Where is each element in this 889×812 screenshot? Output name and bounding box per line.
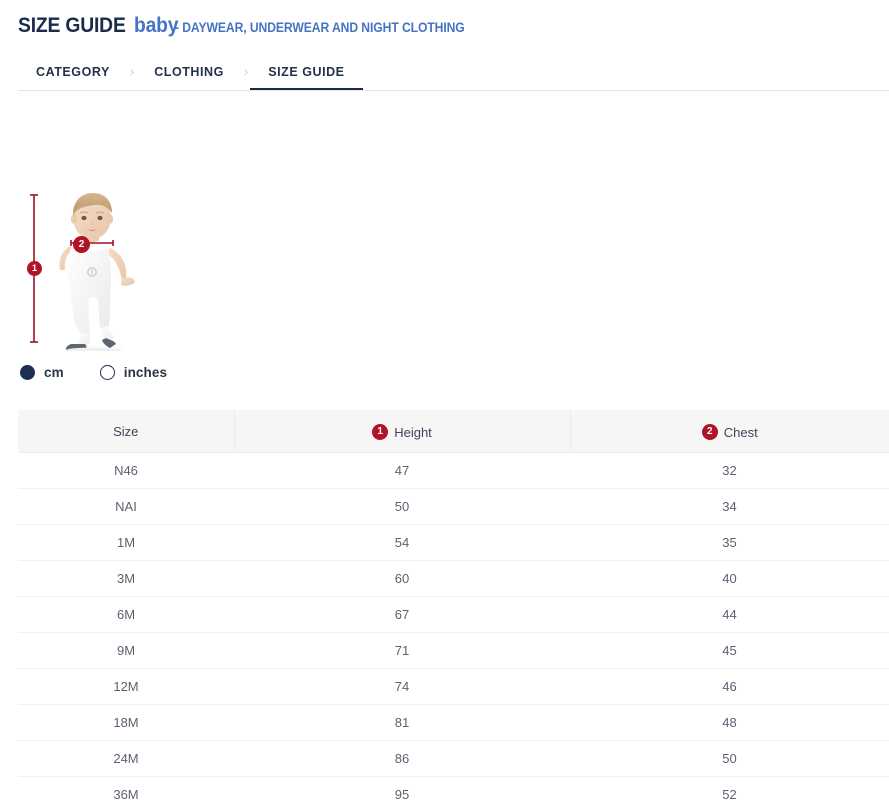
cell-chest: 44 bbox=[570, 597, 889, 633]
chevron-right-icon: › bbox=[128, 64, 136, 79]
unit-option-inches[interactable]: inches bbox=[100, 365, 167, 380]
page-title: SIZE GUIDE baby - DAYWEAR, UNDERWEAR AND… bbox=[18, 14, 889, 38]
cell-height: 50 bbox=[234, 489, 570, 525]
column-header-size: Size bbox=[18, 410, 234, 453]
column-label-height: Height bbox=[394, 425, 432, 440]
cell-chest: 34 bbox=[570, 489, 889, 525]
baby-measurement-illustration: 1 2 bbox=[18, 186, 168, 351]
column-label-size: Size bbox=[113, 424, 138, 439]
unit-label-inches: inches bbox=[124, 365, 167, 380]
cell-height: 81 bbox=[234, 705, 570, 741]
table-row: 18M 81 48 bbox=[18, 705, 889, 741]
table-row: 1M 54 35 bbox=[18, 525, 889, 561]
radio-inches[interactable] bbox=[100, 365, 115, 380]
cell-size: 3M bbox=[18, 561, 234, 597]
column-label-chest: Chest bbox=[724, 425, 758, 440]
cell-height: 74 bbox=[234, 669, 570, 705]
cell-chest: 46 bbox=[570, 669, 889, 705]
cell-height: 54 bbox=[234, 525, 570, 561]
cell-chest: 50 bbox=[570, 741, 889, 777]
unit-option-cm[interactable]: cm bbox=[20, 365, 64, 380]
breadcrumb-item-size-guide[interactable]: SIZE GUIDE bbox=[250, 52, 362, 91]
baby-photo-figure bbox=[59, 193, 135, 351]
cell-height: 71 bbox=[234, 633, 570, 669]
unit-label-cm: cm bbox=[44, 365, 64, 380]
table-header-row: Size 1 Height 2 Chest bbox=[18, 410, 889, 453]
cell-chest: 40 bbox=[570, 561, 889, 597]
breadcrumb: CATEGORY › CLOTHING › SIZE GUIDE bbox=[0, 52, 889, 91]
unit-selector: cm inches bbox=[0, 365, 889, 380]
size-table-container: Size 1 Height 2 Chest bbox=[0, 410, 889, 812]
radio-cm[interactable] bbox=[20, 365, 35, 380]
cell-chest: 52 bbox=[570, 777, 889, 812]
cell-chest: 32 bbox=[570, 453, 889, 489]
cell-size: N46 bbox=[18, 453, 234, 489]
table-body: N46 47 32 NAI 50 34 1M 54 35 3M 60 40 6M bbox=[18, 453, 889, 812]
table-row: NAI 50 34 bbox=[18, 489, 889, 525]
badge-2-icon: 2 bbox=[702, 424, 718, 440]
table-row: 36M 95 52 bbox=[18, 777, 889, 812]
chevron-right-icon: › bbox=[242, 64, 250, 79]
table-header: Size 1 Height 2 Chest bbox=[18, 410, 889, 453]
breadcrumb-divider bbox=[18, 90, 889, 91]
cell-height: 86 bbox=[234, 741, 570, 777]
badge-1-icon: 1 bbox=[372, 424, 388, 440]
page-title-brand: baby bbox=[134, 14, 178, 38]
cell-chest: 48 bbox=[570, 705, 889, 741]
cell-height: 67 bbox=[234, 597, 570, 633]
table-row: N46 47 32 bbox=[18, 453, 889, 489]
cell-size: 24M bbox=[18, 741, 234, 777]
cell-height: 95 bbox=[234, 777, 570, 812]
table-row: 3M 60 40 bbox=[18, 561, 889, 597]
cell-size: 12M bbox=[18, 669, 234, 705]
table-row: 6M 67 44 bbox=[18, 597, 889, 633]
cell-chest: 35 bbox=[570, 525, 889, 561]
cell-size: 36M bbox=[18, 777, 234, 812]
table-row: 24M 86 50 bbox=[18, 741, 889, 777]
cell-size: 18M bbox=[18, 705, 234, 741]
cell-size: 6M bbox=[18, 597, 234, 633]
cell-chest: 45 bbox=[570, 633, 889, 669]
cell-height: 60 bbox=[234, 561, 570, 597]
column-header-height: 1 Height bbox=[234, 410, 570, 453]
page-title-main: SIZE GUIDE bbox=[18, 14, 126, 38]
size-guide-table: Size 1 Height 2 Chest bbox=[18, 410, 889, 812]
cell-size: 1M bbox=[18, 525, 234, 561]
marker-badge-height: 1 bbox=[27, 261, 42, 276]
page-title-subtitle: - DAYWEAR, UNDERWEAR AND NIGHT CLOTHING bbox=[175, 20, 465, 35]
breadcrumb-item-clothing[interactable]: CLOTHING bbox=[136, 52, 242, 91]
cell-height: 47 bbox=[234, 453, 570, 489]
page-header: SIZE GUIDE baby - DAYWEAR, UNDERWEAR AND… bbox=[0, 0, 889, 38]
breadcrumb-item-category[interactable]: CATEGORY bbox=[18, 52, 128, 91]
cell-size: 9M bbox=[18, 633, 234, 669]
table-row: 12M 74 46 bbox=[18, 669, 889, 705]
cell-size: NAI bbox=[18, 489, 234, 525]
table-row: 9M 71 45 bbox=[18, 633, 889, 669]
column-header-chest: 2 Chest bbox=[570, 410, 889, 453]
marker-badge-chest: 2 bbox=[73, 236, 90, 253]
